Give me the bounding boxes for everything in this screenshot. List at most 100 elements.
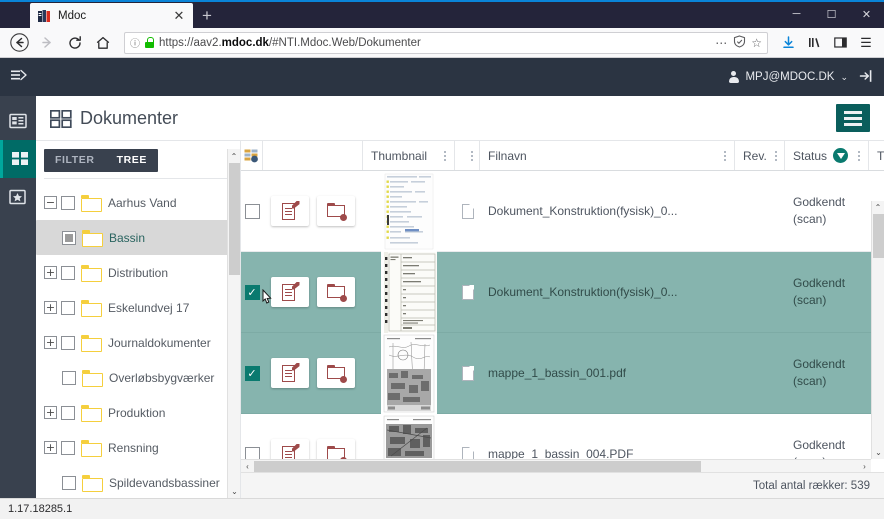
tree-vertical-scrollbar[interactable]: ⌃ ⌄: [227, 149, 240, 498]
column-header-status[interactable]: Status: [785, 141, 869, 170]
expand-toggle-icon[interactable]: +: [44, 441, 57, 454]
scroll-down-icon[interactable]: ⌄: [872, 446, 884, 459]
sidebar-rail-documents[interactable]: [0, 140, 36, 178]
tree-node-journaldokumenter[interactable]: + Journaldokumenter: [36, 325, 240, 360]
logout-icon[interactable]: [858, 68, 874, 87]
tree-node-checkbox[interactable]: [62, 230, 76, 245]
column-header-doc[interactable]: [455, 141, 480, 170]
tree-node-spildevandsbassiner[interactable]: Spildevandsbassiner: [36, 465, 240, 498]
row-thumbnail-cell[interactable]: [363, 171, 455, 252]
row-status-cell: Godkendt (scan): [785, 333, 869, 413]
column-menu-icon[interactable]: [716, 150, 726, 161]
scrollbar-thumb[interactable]: [254, 460, 701, 472]
user-menu[interactable]: MPJ@MDOC.DK ⌄: [728, 70, 848, 84]
row-thumbnail-cell[interactable]: [363, 251, 455, 333]
tree-node-checkbox[interactable]: [61, 440, 75, 455]
close-tab-icon[interactable]: ✕: [171, 9, 187, 22]
tree-node-checkbox[interactable]: [62, 370, 76, 385]
page-info-icon[interactable]: ⓘ: [130, 35, 140, 50]
tab-tree[interactable]: TREE: [106, 149, 158, 172]
address-bar[interactable]: ⓘ https://aav2.mdoc.dk/#NTI.Mdoc.Web/Dok…: [124, 31, 768, 54]
browser-tab[interactable]: Mdoc ✕: [30, 3, 193, 28]
row-checkbox[interactable]: [244, 365, 260, 381]
column-header-rev[interactable]: Rev.: [735, 141, 785, 170]
tree-node-checkbox[interactable]: [62, 475, 76, 490]
app-footer: 1.17.18285.1: [0, 498, 884, 519]
bookmark-star-icon[interactable]: ☆: [751, 36, 762, 50]
page-menu-button[interactable]: [836, 104, 870, 132]
expand-toggle-icon[interactable]: +: [44, 266, 57, 279]
scroll-left-icon[interactable]: ‹: [241, 462, 254, 471]
row-thumbnail-cell[interactable]: [363, 332, 455, 414]
tree-node-checkbox[interactable]: [61, 335, 75, 350]
scroll-right-icon[interactable]: ›: [858, 462, 871, 471]
tree-node-overlobsbygvaerker[interactable]: Overløbsbygværker: [36, 360, 240, 395]
column-menu-icon[interactable]: [850, 150, 860, 161]
column-header-filnavn[interactable]: Filnavn: [480, 141, 735, 170]
minimize-button[interactable]: ─: [779, 0, 814, 28]
row-select-cell[interactable]: [241, 171, 263, 251]
scroll-up-icon[interactable]: ⌃: [872, 201, 884, 214]
document-thumbnail[interactable]: [381, 251, 437, 333]
browser-menu-icon[interactable]: ☰: [854, 30, 878, 56]
sidebar-icon[interactable]: [828, 30, 852, 56]
row-select-cell[interactable]: [241, 252, 263, 332]
shield-icon[interactable]: [733, 34, 746, 51]
filter-funnel-icon[interactable]: [833, 148, 849, 163]
document-thumbnail[interactable]: [381, 171, 437, 252]
tree-node-eskelundvej-17[interactable]: + Eskelundvej 17: [36, 290, 240, 325]
home-button[interactable]: [90, 30, 116, 56]
tree-node-checkbox[interactable]: [61, 300, 75, 315]
column-menu-icon[interactable]: [767, 150, 777, 161]
edit-document-button[interactable]: [271, 358, 309, 388]
folder-search-button[interactable]: [317, 277, 355, 307]
tree-node-aarhus-vand[interactable]: − Aarhus Vand: [36, 185, 240, 220]
edit-document-button[interactable]: [271, 277, 309, 307]
collapse-toggle-icon[interactable]: −: [44, 196, 57, 209]
collapse-menu-icon[interactable]: [10, 67, 28, 87]
grid-horizontal-scrollbar[interactable]: ‹ ›: [241, 459, 871, 472]
tree-node-distribution[interactable]: + Distribution: [36, 255, 240, 290]
tree-node-checkbox[interactable]: [61, 405, 75, 420]
edit-document-button[interactable]: [271, 196, 309, 226]
column-header-tjekke[interactable]: Tjekke: [869, 141, 884, 170]
reload-button[interactable]: [62, 30, 88, 56]
tree-node-rensning[interactable]: + Rensning: [36, 430, 240, 465]
tree-node-checkbox[interactable]: [61, 265, 75, 280]
table-row[interactable]: mappe_1_bassin_001.pdf Godkendt (scan): [241, 332, 884, 414]
maximize-button[interactable]: ☐: [814, 0, 849, 28]
column-menu-icon[interactable]: [436, 150, 446, 161]
library-icon[interactable]: [802, 30, 826, 56]
grid-vertical-scrollbar[interactable]: ⌃ ⌄: [871, 201, 884, 459]
row-select-cell[interactable]: [241, 333, 263, 413]
scroll-up-icon[interactable]: ⌃: [228, 149, 240, 163]
expand-toggle-icon[interactable]: +: [44, 406, 57, 419]
scrollbar-track[interactable]: [254, 460, 858, 473]
close-window-button[interactable]: ✕: [849, 0, 884, 28]
document-thumbnail[interactable]: [381, 332, 437, 414]
table-row[interactable]: Dokument_Konstruktion(fysisk)_0... Godke…: [241, 251, 884, 333]
folder-search-button[interactable]: [317, 358, 355, 388]
back-button[interactable]: [6, 30, 32, 56]
tree-node-produktion[interactable]: + Produktion: [36, 395, 240, 430]
scrollbar-thumb[interactable]: [873, 214, 884, 258]
tree-node-bassin[interactable]: Bassin: [36, 220, 230, 255]
expand-toggle-icon[interactable]: +: [44, 301, 57, 314]
row-checkbox[interactable]: [244, 284, 260, 300]
sidebar-rail-dashboard[interactable]: [0, 102, 36, 140]
new-tab-button[interactable]: +: [193, 3, 221, 28]
scrollbar-thumb[interactable]: [229, 163, 240, 275]
downloads-icon[interactable]: [776, 30, 800, 56]
column-chooser-icon[interactable]: [244, 149, 260, 163]
sidebar-rail-favorites[interactable]: [0, 178, 36, 216]
row-checkbox[interactable]: [244, 203, 260, 219]
tree-node-checkbox[interactable]: [61, 195, 75, 210]
column-header-thumbnail[interactable]: Thumbnail: [363, 141, 455, 170]
column-header-select[interactable]: [241, 141, 263, 170]
table-row[interactable]: Dokument_Konstruktion(fysisk)_0... Godke…: [241, 171, 884, 252]
column-menu-icon[interactable]: [463, 150, 473, 161]
tab-filter[interactable]: FILTER: [44, 149, 106, 172]
folder-search-button[interactable]: [317, 196, 355, 226]
page-actions-icon[interactable]: ⋯: [715, 36, 728, 50]
expand-toggle-icon[interactable]: +: [44, 336, 57, 349]
